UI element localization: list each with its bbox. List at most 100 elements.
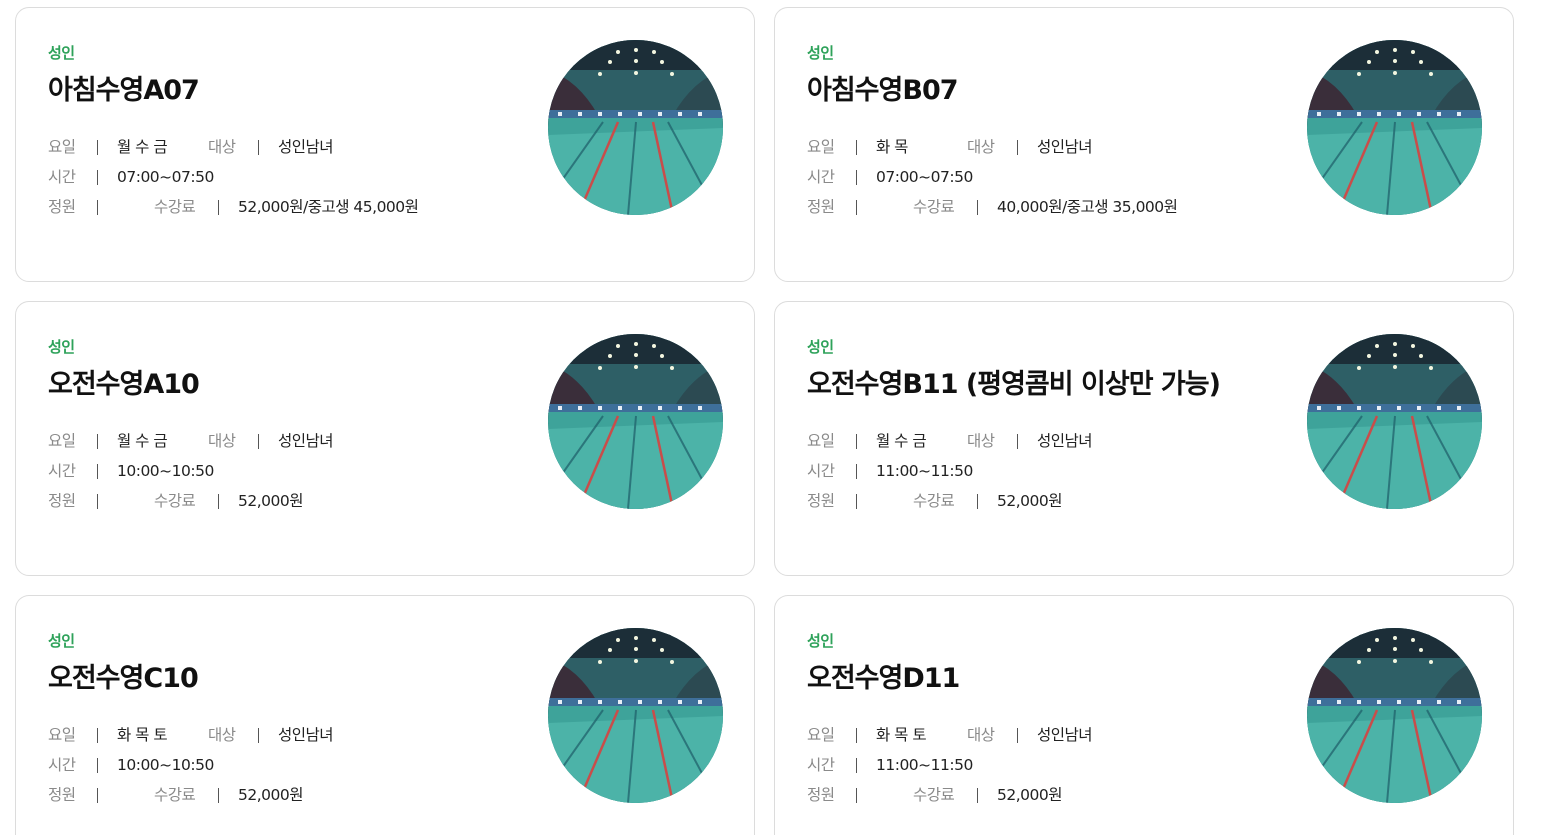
- divider: [218, 788, 219, 803]
- pool-photo-icon[interactable]: [1307, 628, 1482, 803]
- program-card[interactable]: 성인 오전수영A10 요일 월 수 금 대상 성인남녀 시간 10:00~10:…: [15, 301, 755, 576]
- divider: [977, 788, 978, 803]
- capacity-label: 정원: [807, 492, 835, 510]
- divider: [856, 494, 857, 509]
- divider: [856, 200, 857, 215]
- divider: [856, 434, 857, 449]
- divider: [977, 494, 978, 509]
- program-title[interactable]: 오전수영B11 (평영콤비 이상만 가능): [807, 362, 1221, 401]
- fee-label: 수강료: [154, 786, 196, 804]
- day-label: 요일: [807, 432, 835, 450]
- time-label: 시간: [48, 462, 76, 480]
- divider: [1017, 434, 1018, 449]
- divider: [856, 464, 857, 479]
- program-card[interactable]: 성인 오전수영B11 (평영콤비 이상만 가능) 요일 월 수 금 대상 성인남…: [774, 301, 1514, 576]
- target-label: 대상: [967, 432, 995, 450]
- time-value: 10:00~10:50: [117, 462, 214, 480]
- pool-photo-icon[interactable]: [548, 334, 723, 509]
- day-label: 요일: [807, 138, 835, 156]
- divider: [218, 494, 219, 509]
- pool-photo-graphic: [1307, 628, 1482, 803]
- pool-photo-graphic: [1307, 334, 1482, 509]
- target-value: 성인남녀: [278, 432, 334, 450]
- pool-photo-graphic: [548, 40, 723, 215]
- capacity-label: 정원: [807, 786, 835, 804]
- pool-photo-icon[interactable]: [548, 628, 723, 803]
- day-value: 월 수 금: [876, 432, 927, 450]
- time-value: 11:00~11:50: [876, 756, 973, 774]
- divider: [258, 728, 259, 743]
- target-label: 대상: [208, 138, 236, 156]
- day-value: 화 목 토: [876, 726, 927, 744]
- divider: [856, 170, 857, 185]
- target-label: 대상: [967, 726, 995, 744]
- divider: [856, 140, 857, 155]
- day-value: 월 수 금: [117, 432, 168, 450]
- fee-label: 수강료: [154, 198, 196, 216]
- pool-photo-graphic: [548, 334, 723, 509]
- time-label: 시간: [48, 168, 76, 186]
- divider: [97, 140, 98, 155]
- divider: [97, 758, 98, 773]
- target-value: 성인남녀: [278, 138, 334, 156]
- capacity-label: 정원: [48, 786, 76, 804]
- fee-label: 수강료: [913, 198, 955, 216]
- divider: [977, 200, 978, 215]
- program-card-grid: 성인 아침수영A07 요일 월 수 금 대상 성인남녀 시간 07:00~07:…: [15, 7, 1514, 835]
- divider: [258, 140, 259, 155]
- category-label: 성인: [807, 632, 834, 650]
- time-label: 시간: [807, 462, 835, 480]
- divider: [97, 728, 98, 743]
- divider: [1017, 140, 1018, 155]
- target-value: 성인남녀: [1037, 726, 1093, 744]
- program-title[interactable]: 오전수영A10: [48, 362, 200, 401]
- fee-value: 52,000원: [238, 786, 304, 804]
- fee-value: 52,000원/중고생 45,000원: [238, 198, 419, 216]
- category-label: 성인: [807, 44, 834, 62]
- pool-photo-icon[interactable]: [1307, 334, 1482, 509]
- day-label: 요일: [48, 432, 76, 450]
- category-label: 성인: [48, 44, 75, 62]
- divider: [97, 464, 98, 479]
- category-label: 성인: [48, 632, 75, 650]
- pool-photo-graphic: [548, 628, 723, 803]
- category-label: 성인: [48, 338, 75, 356]
- program-card[interactable]: 성인 오전수영D11 요일 화 목 토 대상 성인남녀 시간 11:00~11:…: [774, 595, 1514, 835]
- program-title[interactable]: 아침수영B07: [807, 68, 959, 107]
- pool-photo-icon[interactable]: [1307, 40, 1482, 215]
- divider: [97, 200, 98, 215]
- divider: [97, 494, 98, 509]
- target-value: 성인남녀: [278, 726, 334, 744]
- divider: [258, 434, 259, 449]
- program-title[interactable]: 오전수영D11: [807, 656, 960, 695]
- fee-label: 수강료: [154, 492, 196, 510]
- fee-label: 수강료: [913, 492, 955, 510]
- target-label: 대상: [208, 432, 236, 450]
- divider: [856, 788, 857, 803]
- target-value: 성인남녀: [1037, 138, 1093, 156]
- fee-value: 52,000원: [997, 786, 1063, 804]
- divider: [218, 200, 219, 215]
- day-label: 요일: [48, 726, 76, 744]
- fee-label: 수강료: [913, 786, 955, 804]
- program-card[interactable]: 성인 아침수영B07 요일 화 목 대상 성인남녀 시간 07:00~07:50…: [774, 7, 1514, 282]
- program-card[interactable]: 성인 아침수영A07 요일 월 수 금 대상 성인남녀 시간 07:00~07:…: [15, 7, 755, 282]
- capacity-label: 정원: [48, 492, 76, 510]
- divider: [856, 728, 857, 743]
- fee-value: 52,000원: [238, 492, 304, 510]
- fee-value: 40,000원/중고생 35,000원: [997, 198, 1178, 216]
- target-label: 대상: [967, 138, 995, 156]
- day-value: 화 목 토: [117, 726, 168, 744]
- time-value: 07:00~07:50: [117, 168, 214, 186]
- program-card[interactable]: 성인 오전수영C10 요일 화 목 토 대상 성인남녀 시간 10:00~10:…: [15, 595, 755, 835]
- category-label: 성인: [807, 338, 834, 356]
- program-title[interactable]: 오전수영C10: [48, 656, 199, 695]
- time-value: 11:00~11:50: [876, 462, 973, 480]
- divider: [1017, 728, 1018, 743]
- day-value: 월 수 금: [117, 138, 168, 156]
- program-title[interactable]: 아침수영A07: [48, 68, 200, 107]
- divider: [97, 434, 98, 449]
- divider: [856, 758, 857, 773]
- capacity-label: 정원: [48, 198, 76, 216]
- pool-photo-icon[interactable]: [548, 40, 723, 215]
